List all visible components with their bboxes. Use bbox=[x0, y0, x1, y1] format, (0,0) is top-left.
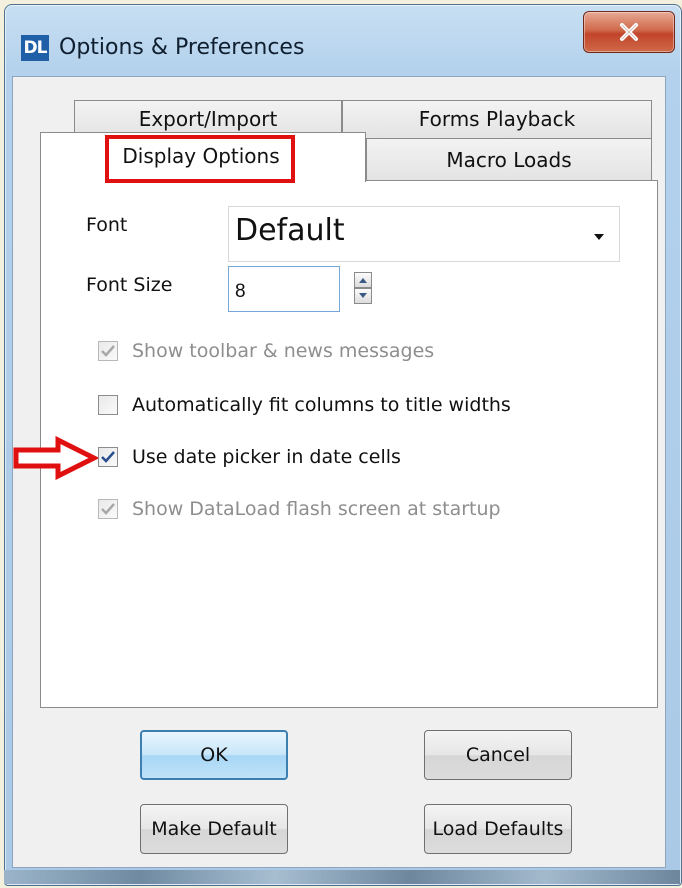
font-label: Font bbox=[86, 214, 128, 236]
window-bottom-edge bbox=[4, 870, 680, 884]
ok-button-label: OK bbox=[200, 744, 228, 766]
spin-up-icon bbox=[359, 278, 367, 283]
cancel-button[interactable]: Cancel bbox=[424, 730, 572, 780]
font-size-value: 8 bbox=[235, 281, 246, 302]
load-defaults-button[interactable]: Load Defaults bbox=[424, 804, 572, 854]
dataload-logo: DL bbox=[21, 35, 49, 61]
title-bar[interactable]: DL Options & Preferences bbox=[5, 5, 681, 81]
checkbox-autofit-columns[interactable] bbox=[98, 395, 118, 415]
checkmark-icon bbox=[101, 451, 115, 463]
tab-label: Forms Playback bbox=[418, 106, 576, 131]
make-default-button-label: Make Default bbox=[151, 818, 277, 840]
make-default-button[interactable]: Make Default bbox=[140, 804, 288, 854]
font-size-label: Font Size bbox=[86, 274, 173, 296]
option-label-autofit-columns: Automatically fit columns to title width… bbox=[132, 394, 511, 416]
load-defaults-button-label: Load Defaults bbox=[432, 818, 564, 840]
font-select-value: Default bbox=[235, 213, 345, 248]
checkmark-icon bbox=[101, 345, 115, 357]
tab-macro-loads[interactable]: Macro Loads bbox=[366, 138, 652, 180]
checkmark-icon bbox=[101, 503, 115, 515]
option-label-show-toolbar: Show toolbar & news messages bbox=[132, 340, 435, 362]
tab-label: Export/Import bbox=[138, 106, 278, 131]
cancel-button-label: Cancel bbox=[465, 744, 531, 766]
tab-label: Macro Loads bbox=[446, 147, 572, 172]
close-button[interactable] bbox=[583, 11, 675, 53]
ok-button[interactable]: OK bbox=[140, 730, 288, 780]
font-size-spin-down[interactable] bbox=[354, 288, 372, 304]
spin-down-icon bbox=[359, 293, 367, 298]
option-label-flash-screen: Show DataLoad flash screen at startup bbox=[132, 498, 501, 520]
selected-tab-highlight bbox=[105, 135, 295, 183]
font-select[interactable]: Default bbox=[228, 206, 620, 262]
arrow-right-icon bbox=[13, 436, 98, 480]
font-size-spin-up[interactable] bbox=[354, 272, 372, 288]
font-size-input[interactable]: 8 bbox=[228, 266, 340, 312]
checkbox-date-picker[interactable] bbox=[98, 447, 118, 467]
chevron-down-icon bbox=[594, 234, 604, 240]
tab-forms-playback[interactable]: Forms Playback bbox=[342, 100, 652, 138]
checkbox-show-toolbar[interactable] bbox=[98, 341, 118, 361]
close-icon bbox=[620, 23, 638, 41]
checkbox-flash-screen[interactable] bbox=[98, 499, 118, 519]
window-title: Options & Preferences bbox=[59, 35, 305, 60]
option-label-date-picker: Use date picker in date cells bbox=[132, 446, 401, 468]
